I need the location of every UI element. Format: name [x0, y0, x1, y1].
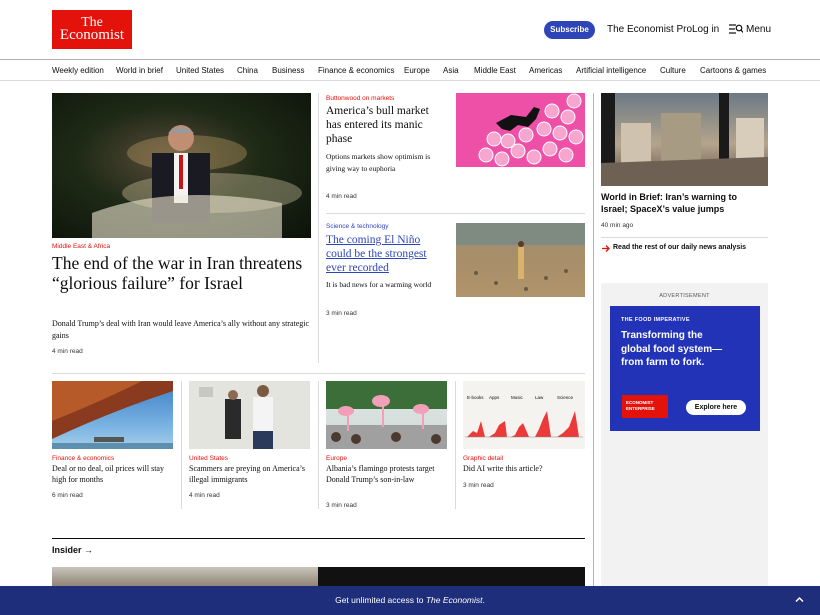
subscribe-button[interactable]: Subscribe	[544, 21, 595, 39]
lead-rubric[interactable]: Middle East & Africa	[52, 243, 110, 250]
economist-pro-link[interactable]: The Economist Pro	[607, 24, 692, 35]
nav-item[interactable]: Finance & economics	[318, 66, 394, 75]
row-read-time: 3 min read	[326, 502, 357, 509]
row-rubric[interactable]: Finance & economics	[52, 455, 114, 462]
menu-button[interactable]: Menu	[746, 24, 771, 35]
advert-banner[interactable]: THE FOOD IMPERATIVE Transforming the glo…	[610, 306, 760, 431]
row-rubric[interactable]: Graphic detail	[463, 455, 503, 462]
badge-line-2: ENTERPRISE	[626, 406, 655, 411]
mid1-read-time: 4 min read	[326, 193, 357, 200]
mid1-summary: Options markets show optimism is giving …	[326, 152, 431, 173]
menu-icon[interactable]	[729, 23, 743, 35]
bull-market-image[interactable]	[456, 93, 585, 167]
flamingo-protest-image[interactable]	[326, 381, 447, 449]
insider-rule	[52, 538, 585, 539]
brief-more-link[interactable]: Read the rest of our daily news analysis	[613, 244, 746, 251]
arrow-right-icon: →	[84, 545, 94, 555]
row-read-time: 6 min read	[52, 492, 83, 499]
mid2-read-time: 3 min read	[326, 310, 357, 317]
row-col-divider	[455, 381, 456, 509]
row-headline[interactable]: Deal or no deal, oil prices will stay hi…	[52, 464, 174, 485]
advert-label: ADVERTISEMENT	[659, 293, 710, 299]
oil-tanker-image[interactable]	[52, 381, 173, 449]
nav-item[interactable]: Europe	[404, 66, 430, 75]
row-headline[interactable]: Albania’s flamingo protests target Donal…	[326, 464, 448, 485]
insider-heading[interactable]: Insider →	[52, 545, 93, 555]
ai-chart-image[interactable]: E-books Apps Music Law Science	[463, 381, 585, 449]
row-col-divider	[181, 381, 182, 509]
chart-label: Law	[535, 395, 544, 400]
nav-item[interactable]: United States	[176, 66, 224, 75]
mid-divider	[326, 213, 585, 214]
nav-item[interactable]: World in brief	[116, 66, 163, 75]
row-rubric[interactable]: Europe	[326, 455, 347, 462]
subscription-banner[interactable]: Get unlimited access to The Economist.	[0, 586, 820, 615]
chart-label: E-books	[467, 395, 484, 400]
explore-here-button[interactable]: Explore here	[686, 400, 746, 415]
nav-item[interactable]: Weekly edition	[52, 66, 104, 75]
brief-headline[interactable]: World in Brief: Iran’s warning to Israel…	[601, 191, 766, 215]
nav-item[interactable]: Artificial intelligence	[576, 66, 646, 75]
insider-image-right[interactable]	[318, 567, 585, 586]
lead-headline[interactable]: The end of the war in Iran threatens “gl…	[52, 253, 307, 293]
scammers-image[interactable]	[189, 381, 310, 449]
lead-read-time: 4 min read	[52, 348, 83, 355]
insider-image-left[interactable]	[52, 567, 318, 586]
section-nav: Weekly edition World in brief United Sta…	[0, 60, 820, 81]
login-link[interactable]: Log in	[692, 24, 719, 35]
column-divider	[318, 93, 319, 363]
row-read-time: 3 min read	[463, 482, 494, 489]
nav-item[interactable]: China	[237, 66, 258, 75]
row-headline[interactable]: Scammers are preying on America’s illega…	[189, 464, 311, 485]
mid1-rubric[interactable]: Buttonwood on markets	[326, 95, 394, 102]
mid2-summary: It is bad news for a warming world	[326, 280, 432, 289]
economist-logo[interactable]: The Economist	[52, 10, 132, 49]
banner-brand: The Economist	[425, 595, 483, 605]
nav-item[interactable]: Cartoons & games	[700, 66, 766, 75]
lead-summary: Donald Trump’s deal with Iran would leav…	[52, 319, 310, 340]
logo-line-2: Economist	[59, 27, 125, 43]
insider-label: Insider	[52, 545, 82, 555]
row-read-time: 4 min read	[189, 492, 220, 499]
site-header: The Economist Subscribe The Economist Pr…	[0, 0, 820, 60]
nav-item[interactable]: Culture	[660, 66, 686, 75]
el-nino-image[interactable]	[456, 223, 585, 297]
row-headline[interactable]: Did AI write this article?	[463, 464, 585, 475]
row-col-divider	[318, 381, 319, 509]
mid2-headline[interactable]: The coming El Niño could be the stronges…	[326, 233, 441, 275]
nav-item[interactable]: Business	[272, 66, 304, 75]
row-rubric[interactable]: United States	[189, 455, 228, 462]
nav-item[interactable]: Americas	[529, 66, 562, 75]
lead-image[interactable]	[52, 93, 311, 238]
chart-label: Apps	[489, 395, 500, 400]
right-column-divider	[593, 93, 594, 586]
advert-headline: Transforming the global food system— fro…	[621, 330, 723, 368]
nav-item[interactable]: Middle East	[474, 66, 516, 75]
mid2-rubric[interactable]: Science & technology	[326, 223, 389, 230]
chevron-up-icon[interactable]	[795, 595, 804, 604]
banner-prefix: Get unlimited access to	[335, 595, 426, 605]
advert-kicker: THE FOOD IMPERATIVE	[621, 317, 690, 323]
nav-item[interactable]: Asia	[443, 66, 459, 75]
banner-suffix: .	[482, 595, 485, 605]
economist-enterprise-badge: ECONOMIST ENTERPRISE	[622, 395, 668, 418]
world-in-brief-image[interactable]	[601, 93, 768, 186]
chart-label: Science	[557, 395, 574, 400]
row-divider	[52, 373, 585, 374]
brief-time: 40 min ago	[601, 222, 634, 229]
brief-divider	[601, 237, 768, 238]
mid1-headline[interactable]: America’s bull market has entered its ma…	[326, 104, 446, 146]
arrow-right-icon	[602, 245, 610, 252]
chart-label: Music	[511, 395, 524, 400]
